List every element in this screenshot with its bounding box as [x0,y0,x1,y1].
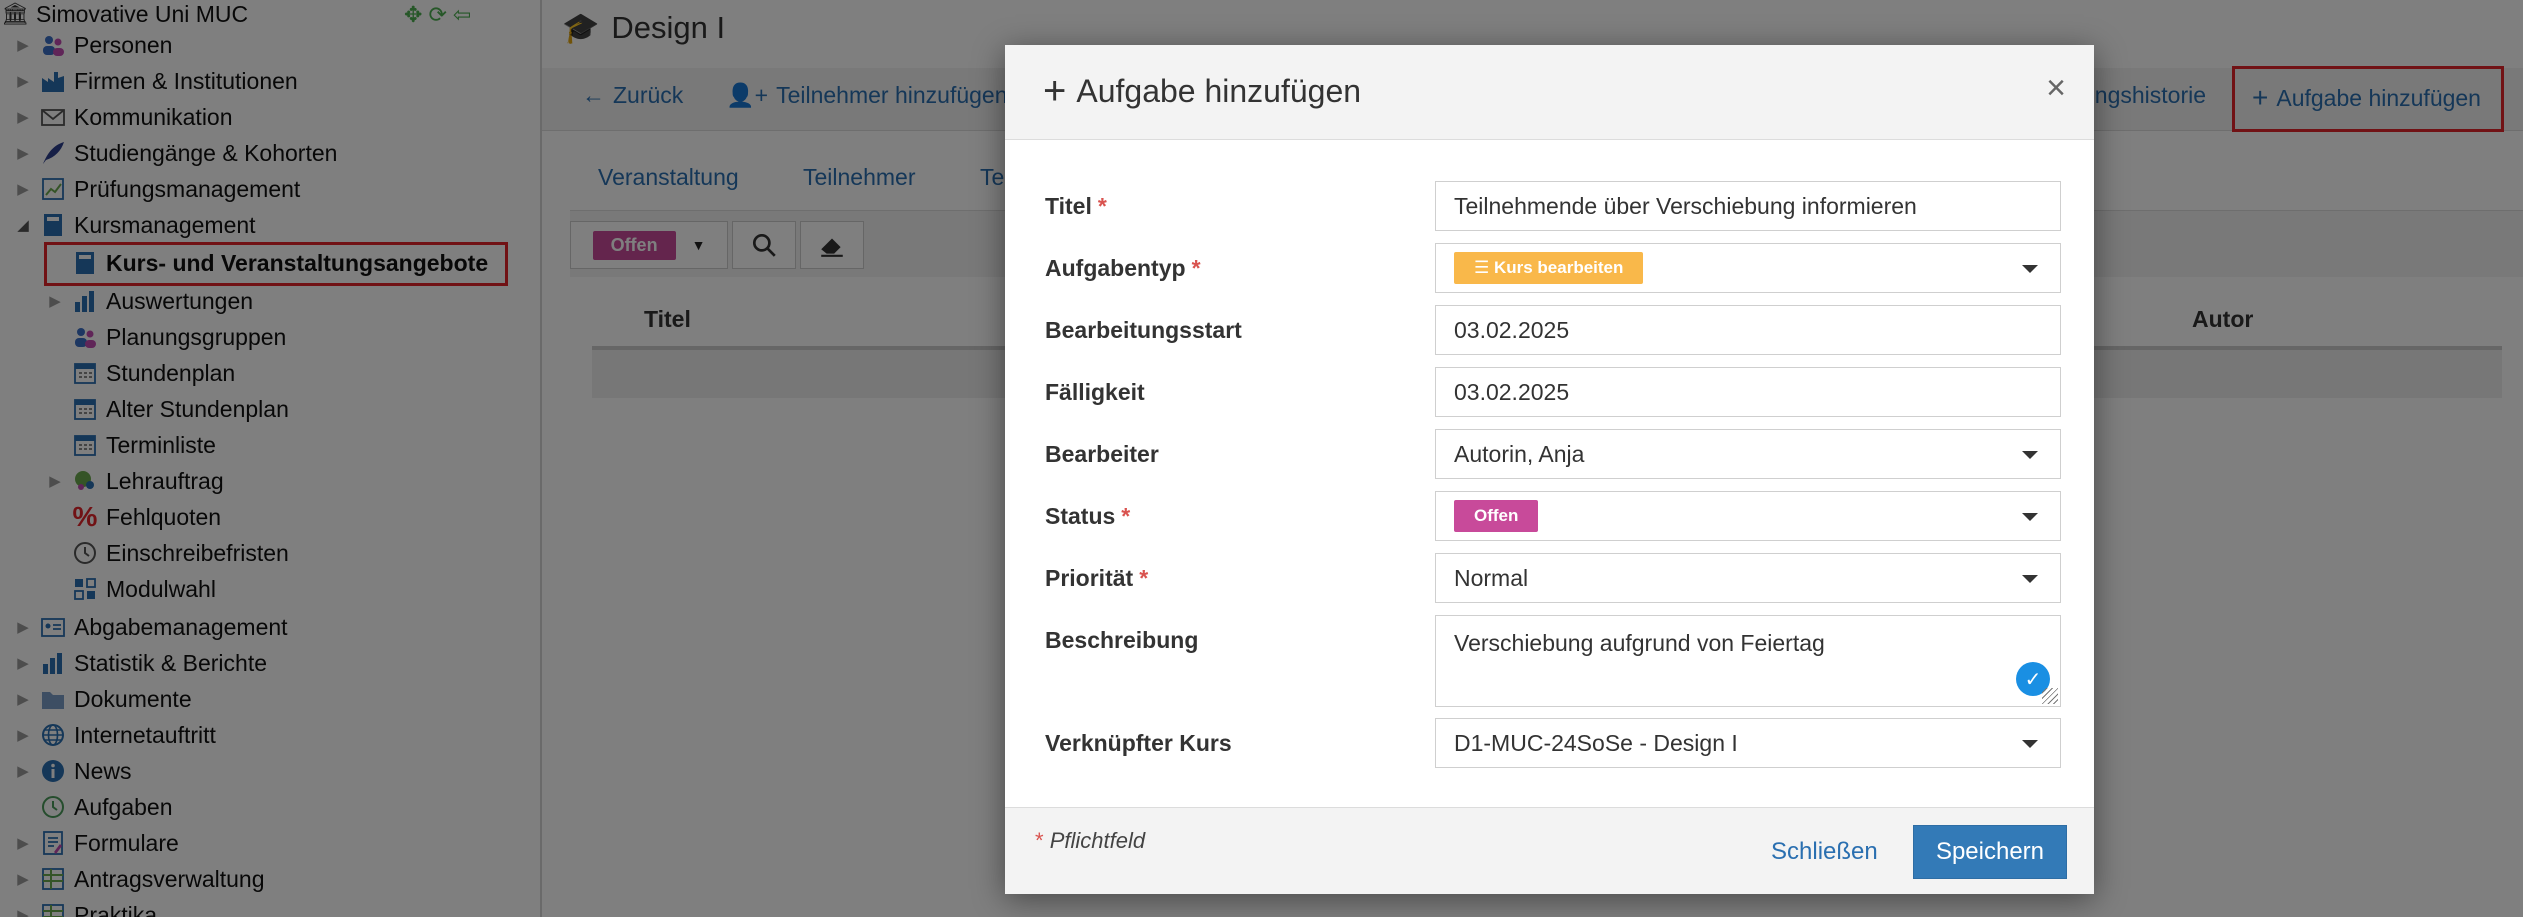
linked-course-value: D1-MUC-24SoSe - Design I [1454,729,1738,756]
field-label-beschreibung: Beschreibung [1045,627,1198,654]
field-label-kurs: Verknüpfter Kurs [1045,730,1232,757]
plus-icon: + [1043,69,1067,113]
resize-handle[interactable] [2042,688,2058,704]
due-date-value: 03.02.2025 [1454,378,1570,405]
close-button[interactable]: Schließen [1765,826,1884,878]
field-label-titel: Titel * [1045,193,1107,220]
required-marker: * [1191,255,1201,281]
assignee-value: Autorin, Anja [1454,440,1585,467]
status-badge: Offen [1454,500,1539,532]
close-icon[interactable]: × [2046,71,2066,105]
required-marker: * [1097,193,1107,219]
field-label-faelligkeit: Fälligkeit [1045,379,1145,406]
linked-course-select[interactable]: D1-MUC-24SoSe - Design I [1435,718,2061,768]
label-text: Bearbeitungsstart [1045,317,1242,343]
save-button[interactable]: Speichern [1913,825,2067,879]
label-text: Beschreibung [1045,627,1199,653]
required-marker: * [1121,503,1131,529]
label-text: Priorität [1045,565,1134,591]
due-date-input[interactable]: 03.02.2025 [1435,367,2061,417]
description-value: Verschiebung aufgrund von Feiertag [1454,630,1825,656]
label-text: Titel [1045,193,1092,219]
label-text: Aufgabentyp [1045,255,1186,281]
priority-value: Normal [1454,564,1529,591]
description-textarea[interactable]: Verschiebung aufgrund von Feiertag ✓ [1435,615,2061,707]
field-label-start: Bearbeitungsstart [1045,317,1242,344]
titel-value: Teilnehmende über Verschiebung informier… [1454,192,1917,219]
required-marker: * [1139,565,1149,591]
label-text: Fälligkeit [1045,379,1145,405]
list-icon: ☰ [1474,258,1494,277]
priority-select[interactable]: Normal [1435,553,2061,603]
field-label-status: Status * [1045,503,1130,530]
dialog-title-text: Aufgabe hinzufügen [1076,72,1362,109]
status-select[interactable]: Offen [1435,491,2061,541]
assignee-select[interactable]: Autorin, Anja [1435,429,2061,479]
field-label-prioritaet: Priorität * [1045,565,1148,592]
aufgabentyp-select[interactable]: ☰ Kurs bearbeiten [1435,243,2061,293]
field-label-bearbeiter: Bearbeiter [1045,441,1159,468]
start-date-input[interactable]: 03.02.2025 [1435,305,2061,355]
required-marker: * [1035,828,1044,853]
task-type-chip: ☰ Kurs bearbeiten [1454,252,1644,284]
label-text: Verknüpfter Kurs [1045,730,1232,756]
required-note-text: Pflichtfeld [1049,828,1146,853]
task-type-value: Kurs bearbeiten [1493,258,1624,277]
dialog-footer: * Pflichtfeld Schließen Speichern [1005,807,2094,894]
label-text: Status [1045,503,1116,529]
required-note: * Pflichtfeld [1035,828,1145,854]
dialog-title: + Aufgabe hinzufügen [1043,71,1361,111]
titel-input[interactable]: Teilnehmende über Verschiebung informier… [1435,181,2061,231]
dialog-header: + Aufgabe hinzufügen × [1005,45,2094,140]
add-task-dialog: + Aufgabe hinzufügen × Titel * Teilnehmen… [1005,45,2094,894]
field-label-aufgabentyp: Aufgabentyp * [1045,255,1201,282]
label-text: Bearbeiter [1045,441,1159,467]
start-date-value: 03.02.2025 [1454,316,1570,343]
